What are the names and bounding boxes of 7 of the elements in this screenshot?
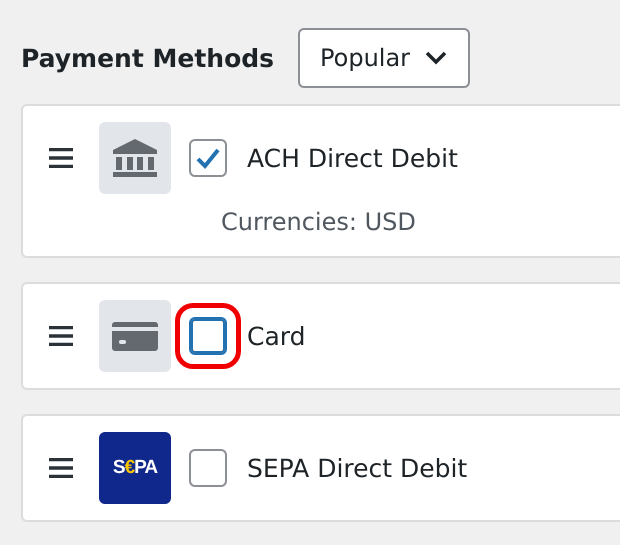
method-name: Card bbox=[247, 322, 306, 350]
currencies-text: Currencies: USD bbox=[221, 208, 417, 236]
method-name: ACH Direct Debit bbox=[247, 144, 458, 172]
section-title: Payment Methods bbox=[21, 44, 274, 72]
sepa-logo: S€PA bbox=[99, 432, 171, 504]
method-name: SEPA Direct Debit bbox=[247, 454, 468, 482]
filter-dropdown[interactable]: Popular bbox=[298, 28, 470, 88]
